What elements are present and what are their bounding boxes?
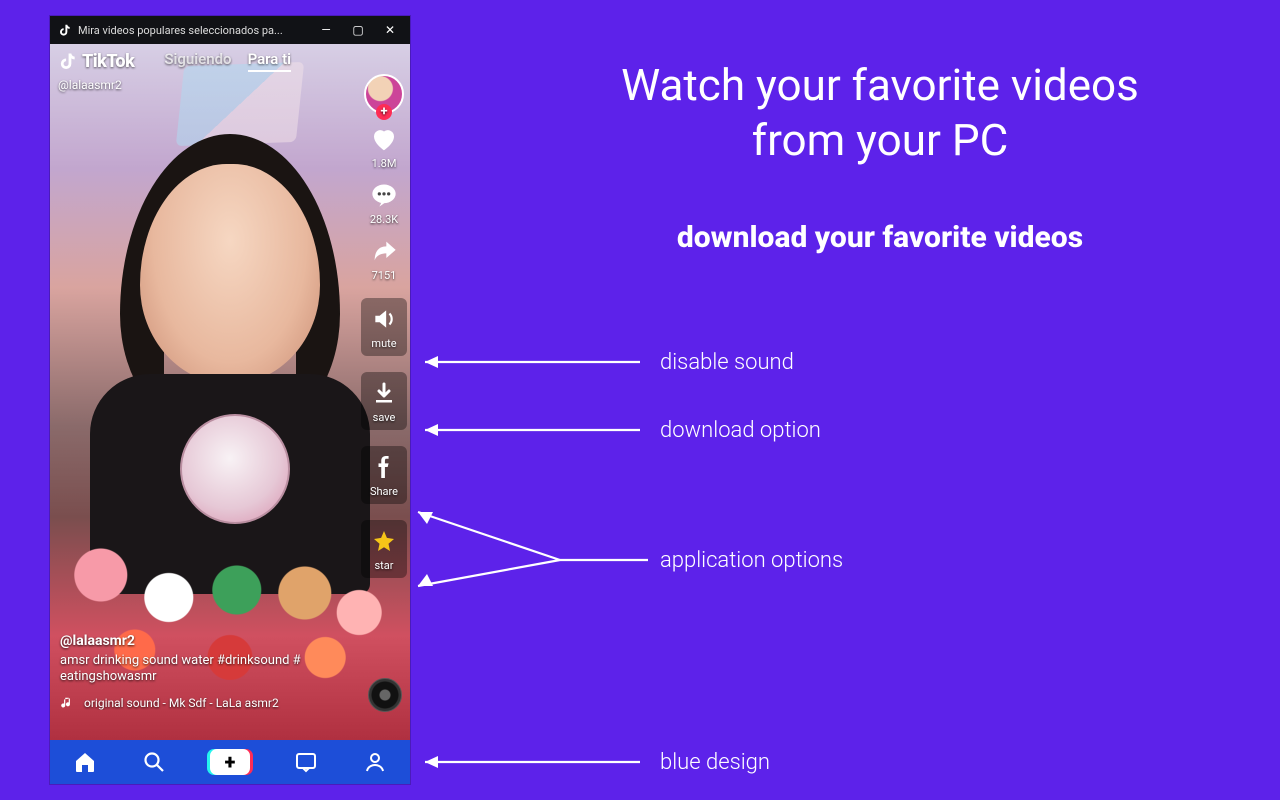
annotation-arrows: [0, 0, 1280, 800]
